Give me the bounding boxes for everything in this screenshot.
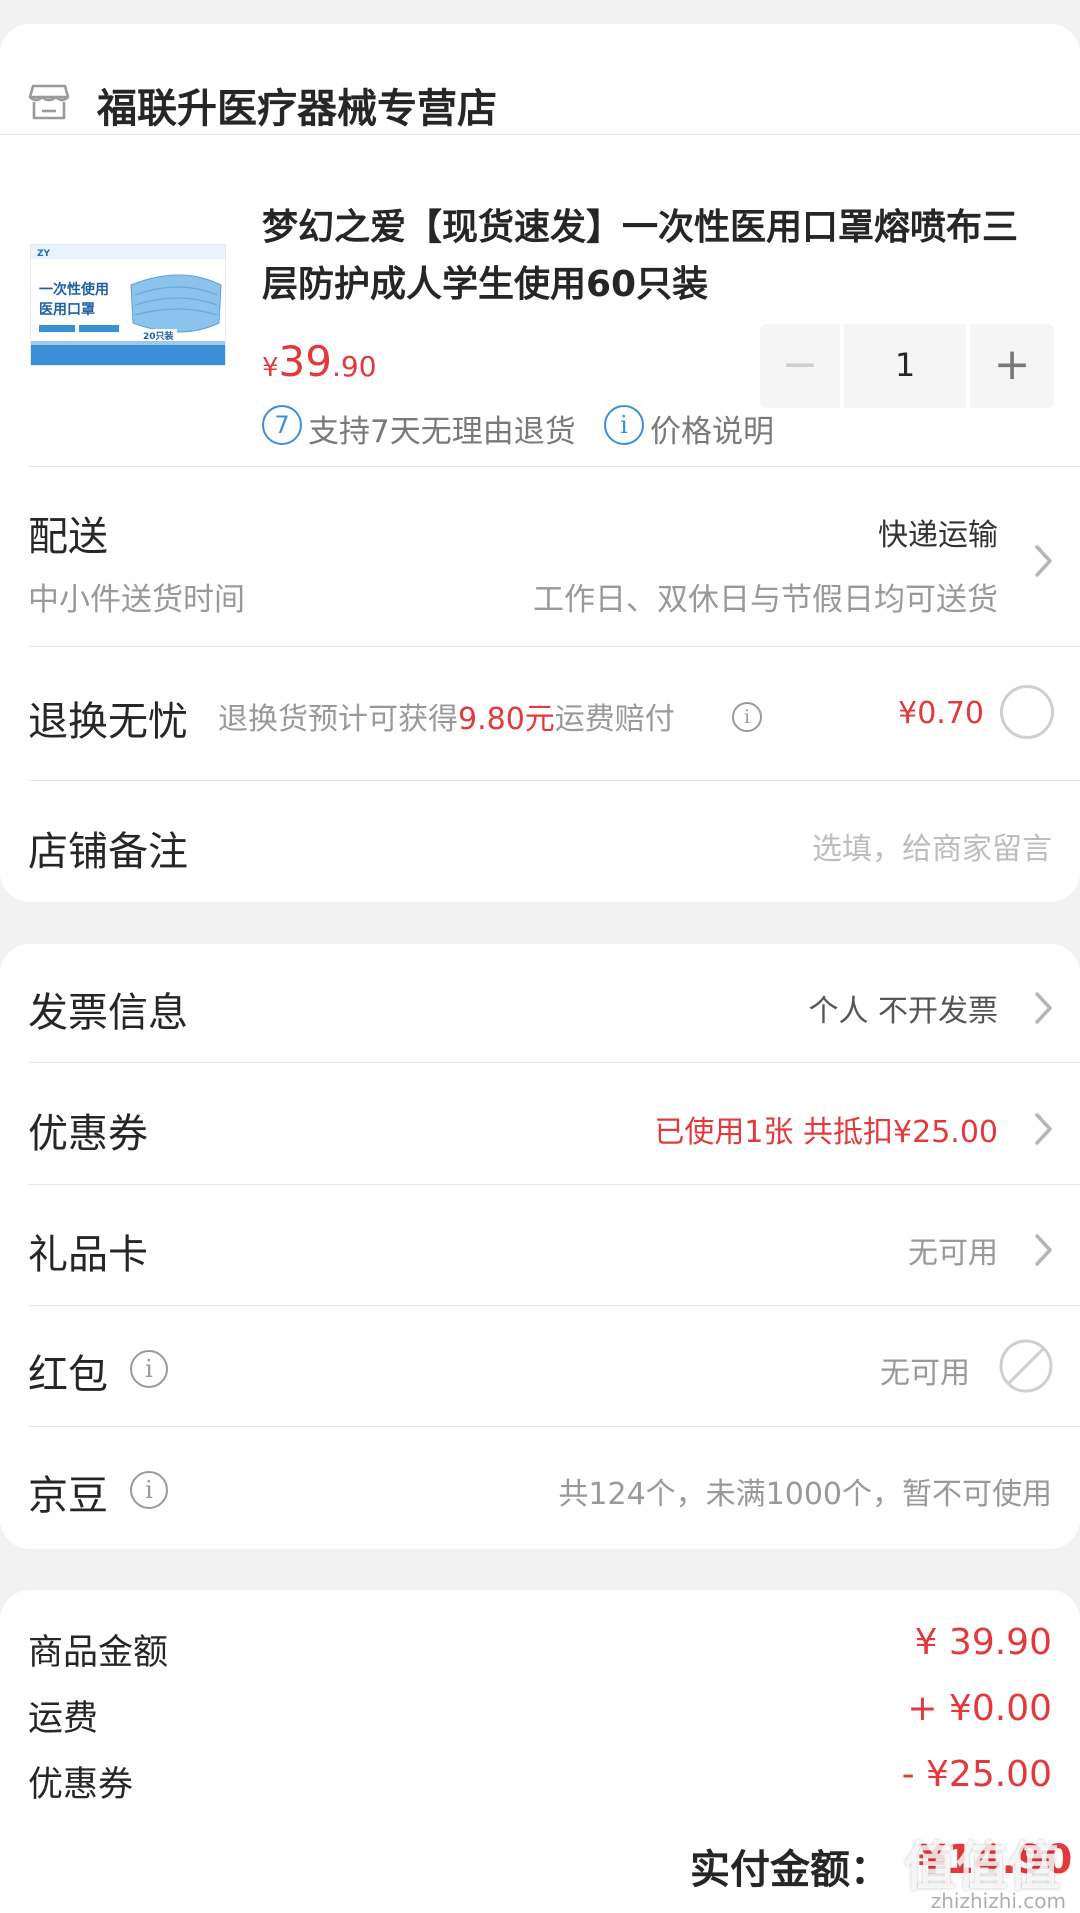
store-name[interactable]: 福联升医疗器械专营店: [97, 76, 497, 134]
delivery-time-value: 工作日、双休日与节假日均可送货: [533, 582, 998, 618]
return-insurance-price: ¥0.70: [898, 696, 984, 731]
thumb-text-line2: 医用口罩: [39, 302, 95, 318]
freight-label: 运费: [28, 1699, 99, 1739]
price-currency: ¥: [262, 353, 279, 383]
chevron-right-icon: [1035, 992, 1052, 1024]
return-desc-pre: 退换货预计可获得: [218, 702, 458, 737]
quantity-value[interactable]: 1: [844, 324, 966, 408]
return-desc-amount: 9.80元: [458, 702, 555, 737]
info-icon[interactable]: i: [130, 1471, 168, 1509]
return-desc-post: 运费赔付: [554, 702, 675, 737]
coupon-value: 已使用1张 共抵扣¥25.00: [654, 1115, 998, 1150]
info-icon[interactable]: i: [732, 702, 762, 732]
red-packet-label: 红包: [28, 1352, 108, 1398]
product-price: ¥39.90: [262, 337, 377, 386]
chevron-right-icon: [1035, 1113, 1052, 1145]
seven-day-return-icon: 7: [262, 405, 302, 445]
divider: [28, 780, 1080, 781]
jingdou-label: 京豆: [28, 1473, 108, 1519]
coupon-discount-value: - ¥25.00: [901, 1754, 1052, 1795]
order-store-card: 福联升医疗器械专营店 ZY 一次性使用 医用口罩 20只装 梦幻之爱【现货速发】…: [0, 24, 1080, 902]
coupon-label: 优惠券: [28, 1111, 148, 1157]
product-title[interactable]: 梦幻之爱【现货速发】一次性医用口罩熔喷布三层防护成人学生使用60只装: [262, 199, 1052, 313]
price-info-icon[interactable]: i: [604, 405, 644, 445]
return-insurance-label: 退换无忧: [28, 699, 188, 745]
product-thumbnail[interactable]: ZY 一次性使用 医用口罩 20只装: [30, 244, 226, 366]
thumb-count: 20只装: [143, 332, 174, 342]
gift-card-label: 礼品卡: [28, 1232, 148, 1278]
freight-value: + ¥0.00: [907, 1688, 1052, 1729]
divider: [28, 1184, 1080, 1185]
gift-card-value: 无可用: [908, 1236, 998, 1271]
watermark-url: zhizhizhi.com: [930, 1889, 1066, 1913]
chevron-right-icon: [1035, 1234, 1052, 1266]
return-insurance-radio[interactable]: [1000, 685, 1054, 739]
store-note-input[interactable]: 选填，给商家留言: [812, 824, 1052, 868]
jingdou-value: 共124个，未满1000个，暂不可使用: [558, 1477, 1052, 1512]
quantity-stepper: − 1 +: [760, 324, 1054, 408]
coupon-discount-label: 优惠券: [28, 1765, 134, 1805]
goods-amount-label: 商品金额: [28, 1633, 169, 1673]
disabled-icon: [999, 1339, 1053, 1393]
divider: [0, 134, 1080, 135]
price-integer: 39: [278, 337, 332, 386]
total-label: 实付金额：: [690, 1847, 890, 1893]
seven-day-return-label[interactable]: 支持7天无理由退货: [308, 406, 576, 451]
chevron-right-icon: [1035, 545, 1052, 577]
divider: [28, 466, 1080, 467]
order-options-card: 发票信息 个人 不开发票 优惠券 已使用1张 共抵扣¥25.00 礼品卡 无可用…: [0, 944, 1080, 1549]
delivery-label: 配送: [28, 514, 108, 560]
return-insurance-desc: 退换货预计可获得9.80元运费赔付: [218, 694, 675, 738]
invoice-label: 发票信息: [28, 990, 188, 1036]
quantity-decrease-button[interactable]: −: [760, 324, 840, 408]
info-icon[interactable]: i: [130, 1350, 168, 1388]
divider: [28, 1062, 1080, 1063]
goods-amount-value: ¥ 39.90: [914, 1622, 1052, 1663]
thumb-text-line1: 一次性使用: [39, 282, 109, 298]
divider: [28, 1305, 1080, 1306]
store-note-label: 店铺备注: [28, 829, 188, 875]
delivery-method: 快递运输: [878, 518, 998, 553]
divider: [28, 1426, 1080, 1427]
svg-text:ZY: ZY: [37, 249, 51, 259]
store-icon: [28, 84, 70, 120]
red-packet-value: 无可用: [880, 1356, 970, 1391]
invoice-value: 个人 不开发票: [808, 994, 998, 1029]
delivery-time-label: 中小件送货时间: [28, 582, 245, 618]
quantity-increase-button[interactable]: +: [970, 324, 1054, 408]
price-decimal: .90: [332, 350, 377, 383]
divider: [28, 646, 1080, 647]
price-explanation-link[interactable]: 价格说明: [650, 406, 774, 451]
